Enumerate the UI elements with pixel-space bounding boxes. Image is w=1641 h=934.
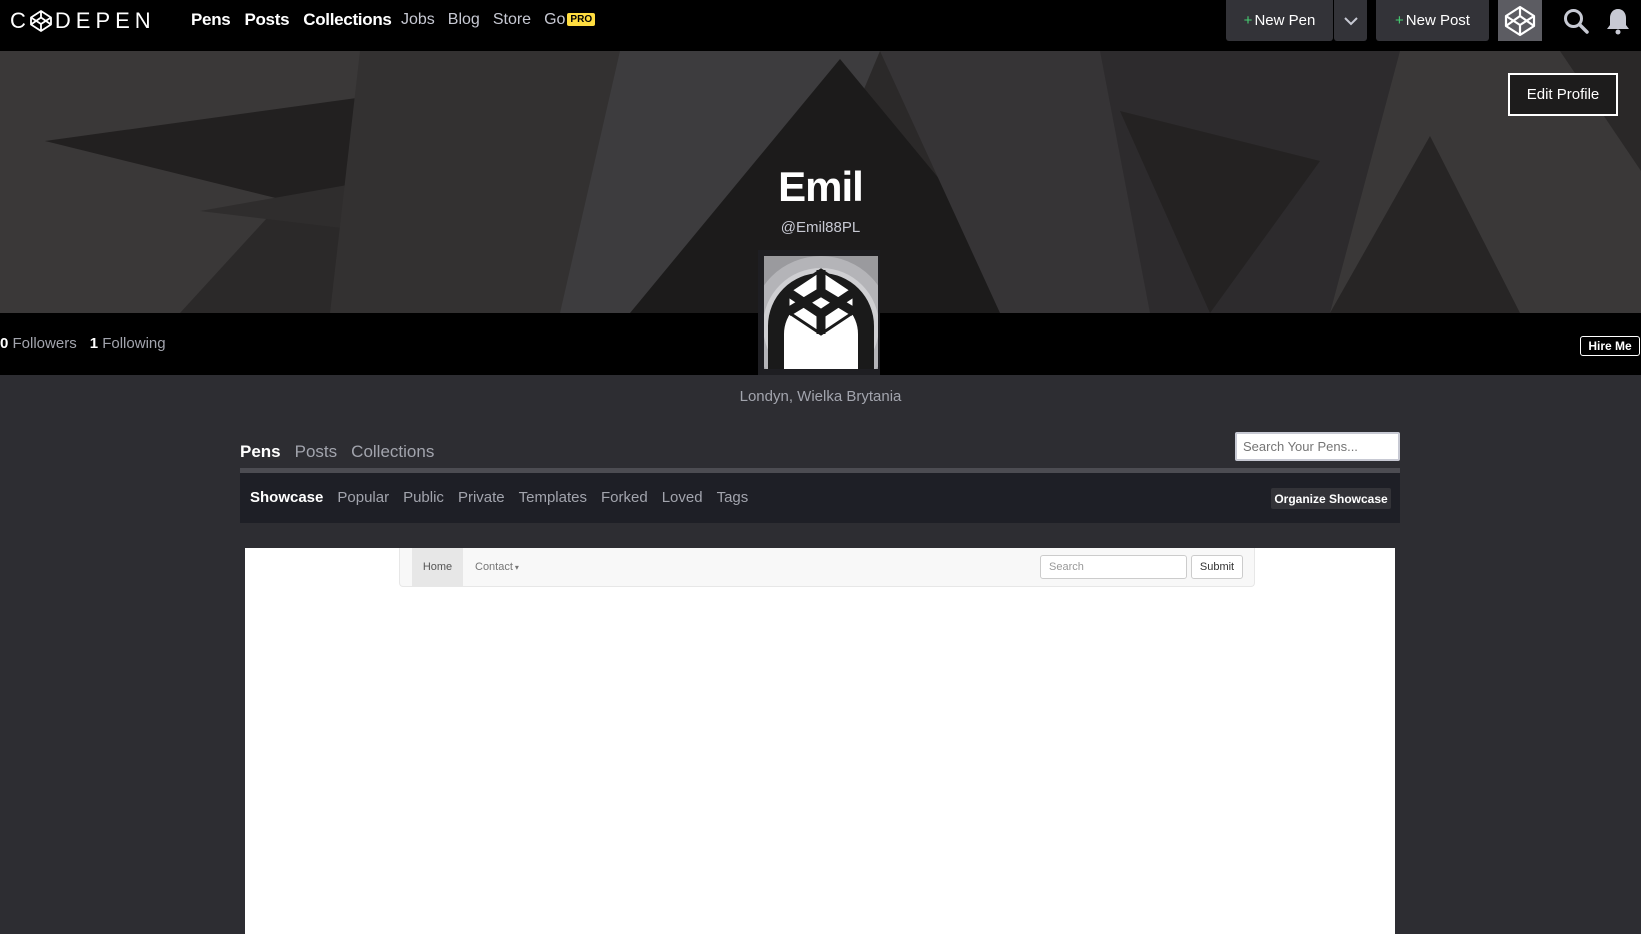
caret-down-icon: ▾: [514, 563, 519, 572]
subtab-showcase[interactable]: Showcase: [250, 489, 323, 506]
new-pen-dropdown-button[interactable]: [1334, 0, 1367, 41]
plus-icon: +: [1243, 12, 1253, 29]
nav-go-label: Go: [544, 11, 566, 28]
profile-tabs: Pens Posts Collections: [240, 442, 434, 462]
chevron-down-icon: [1343, 16, 1358, 25]
bell-icon[interactable]: [1605, 7, 1631, 35]
follow-stats: 0 Followers 1 Following: [0, 335, 166, 352]
subtabs-list: Showcase Popular Public Private Template…: [250, 489, 748, 506]
following-label: Following: [102, 335, 166, 352]
pens-subtabs: Showcase Popular Public Private Template…: [240, 473, 1400, 523]
followers-link[interactable]: 0 Followers: [0, 335, 77, 352]
top-navbar: C DEPEN Pens Posts Collections Jobs Blog…: [0, 0, 1641, 51]
nav-go-pro[interactable]: Go PRO: [544, 11, 596, 29]
preview-contact-label: Contact: [475, 561, 513, 573]
following-link[interactable]: 1 Following: [90, 335, 166, 352]
subtab-forked[interactable]: Forked: [601, 489, 648, 506]
pro-badge: PRO: [567, 13, 596, 26]
edit-profile-button[interactable]: Edit Profile: [1508, 73, 1618, 116]
primary-nav: Pens Posts Collections: [191, 10, 392, 30]
codepen-cube-icon: [29, 10, 52, 32]
subtab-loved[interactable]: Loved: [662, 489, 703, 506]
subtab-popular[interactable]: Popular: [337, 489, 389, 506]
plus-icon: +: [1395, 12, 1404, 29]
nav-blog[interactable]: Blog: [448, 11, 480, 29]
tab-pens[interactable]: Pens: [240, 442, 281, 462]
secondary-nav: Jobs Blog Store Go PRO: [401, 11, 596, 29]
logo-letters-depen: DEPEN: [54, 8, 156, 33]
nav-store[interactable]: Store: [493, 11, 531, 29]
search-pens-input[interactable]: [1235, 432, 1400, 461]
nav-pens[interactable]: Pens: [191, 10, 231, 30]
profile-location: Londyn, Wielka Brytania: [739, 388, 902, 405]
profile-avatar: [758, 250, 880, 375]
tab-collections[interactable]: Collections: [351, 442, 434, 462]
showcase-pen-preview[interactable]: Home Contact ▾ Search Submit: [245, 548, 1395, 934]
preview-navbar: Home Contact ▾ Search Submit: [399, 548, 1255, 587]
subtab-tags[interactable]: Tags: [717, 489, 749, 506]
codepen-logo[interactable]: C DEPEN: [10, 8, 156, 34]
nav-posts[interactable]: Posts: [244, 10, 289, 30]
user-avatar-button[interactable]: [1498, 0, 1542, 41]
preview-submit-button[interactable]: Submit: [1191, 555, 1243, 579]
preview-home-link[interactable]: Home: [412, 548, 463, 586]
preview-contact-dropdown[interactable]: Contact ▾: [475, 561, 519, 573]
nav-jobs[interactable]: Jobs: [401, 11, 435, 29]
followers-label: Followers: [12, 335, 77, 352]
following-count: 1: [89, 335, 99, 352]
new-pen-button[interactable]: + New Pen: [1226, 0, 1333, 41]
hire-me-button[interactable]: Hire Me: [1580, 336, 1640, 356]
subtab-templates[interactable]: Templates: [519, 489, 587, 506]
new-pen-label: New Pen: [1254, 12, 1316, 29]
profile-handle: @Emil88PL: [780, 219, 861, 236]
profile-name: Emil: [778, 163, 864, 210]
new-post-button[interactable]: + New Post: [1376, 0, 1489, 41]
avatar-image: [1504, 5, 1536, 36]
avatar-image: [764, 256, 878, 369]
nav-collections[interactable]: Collections: [303, 10, 392, 30]
logo-letter-c: C: [10, 8, 31, 33]
preview-search-input[interactable]: Search: [1040, 555, 1187, 579]
subtab-public[interactable]: Public: [403, 489, 444, 506]
tab-posts[interactable]: Posts: [295, 442, 338, 462]
codepen-avatar-graphic: [764, 256, 878, 369]
new-post-label: New Post: [1405, 12, 1470, 29]
search-icon[interactable]: [1562, 7, 1590, 35]
followers-count: 0: [0, 335, 9, 352]
organize-showcase-button[interactable]: Organize Showcase: [1271, 488, 1391, 509]
subtab-private[interactable]: Private: [458, 489, 505, 506]
